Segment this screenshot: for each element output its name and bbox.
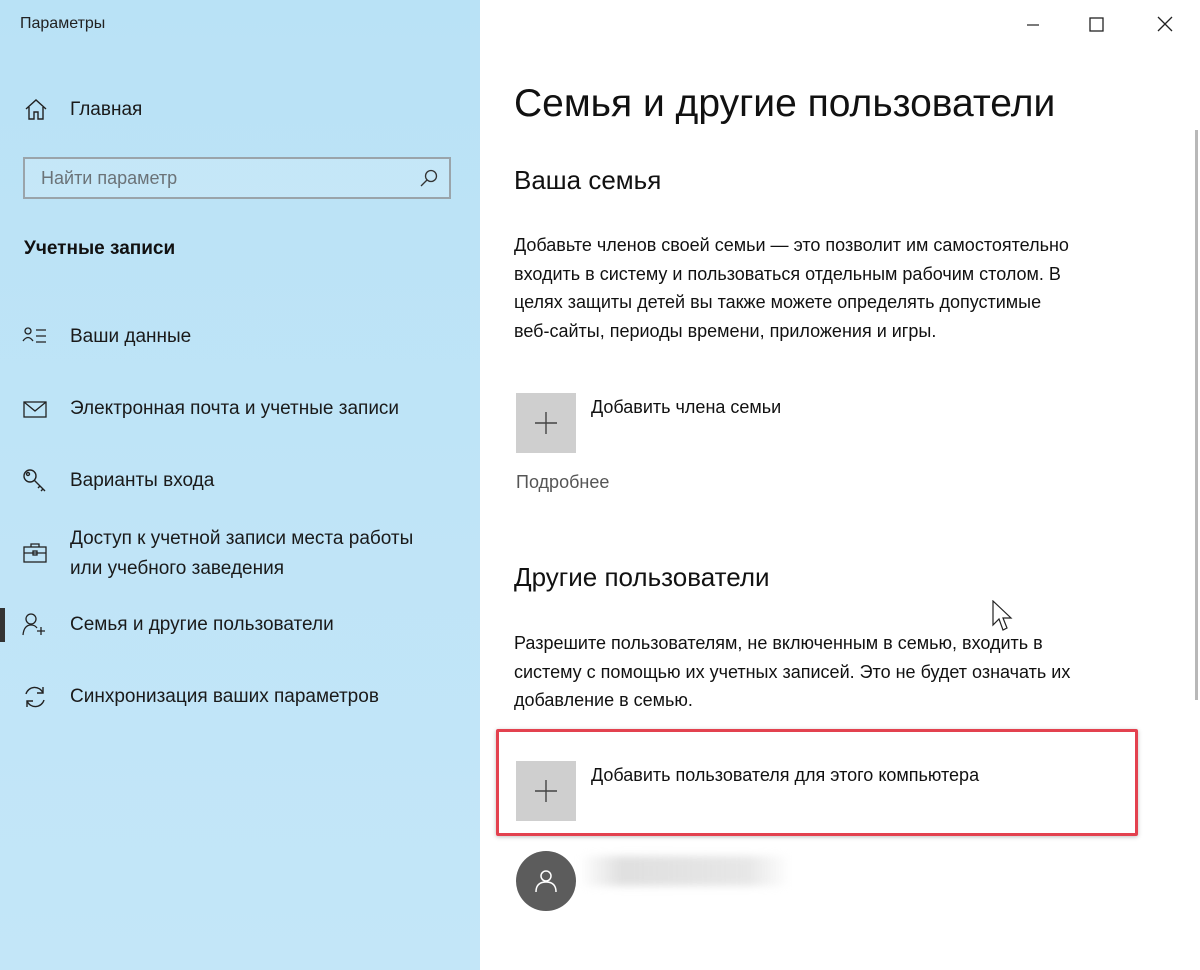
- maximize-button[interactable]: [1083, 12, 1109, 38]
- sidebar-item-label: Электронная почта и учетные записи: [70, 398, 400, 419]
- briefcase-icon: [22, 540, 48, 566]
- plus-icon: [535, 412, 557, 434]
- family-heading: Ваша семья: [514, 165, 662, 195]
- more-info-link[interactable]: Подробнее: [516, 472, 609, 493]
- description-line: веб-сайты, периоды времени, приложения и…: [514, 320, 937, 341]
- search-input[interactable]: [25, 166, 413, 190]
- description-line: целях защиты детей вы также можете опред…: [514, 292, 1042, 312]
- user-card-icon: [22, 324, 48, 350]
- scrollbar[interactable]: [1195, 130, 1198, 700]
- page-title: Семья и другие пользователи: [514, 82, 1056, 125]
- sidebar: Параметры Главная Учетные записи Ваши да…: [0, 0, 480, 970]
- mail-icon: [22, 398, 48, 424]
- sidebar-item-your-info[interactable]: Ваши данные: [0, 322, 480, 354]
- sidebar-item-label: Варианты входа: [70, 470, 215, 491]
- section-title: Учетные записи: [24, 238, 176, 259]
- sidebar-item-label: или учебного заведения: [70, 558, 285, 579]
- sidebar-item-email-accounts[interactable]: Электронная почта и учетные записи: [0, 394, 480, 426]
- search-icon[interactable]: [419, 168, 439, 188]
- sidebar-item-family-others[interactable]: Семья и другие пользователи: [0, 610, 480, 642]
- add-tile[interactable]: [516, 393, 576, 453]
- sidebar-item-sign-in-options[interactable]: Варианты входа: [0, 466, 480, 498]
- close-button[interactable]: [1152, 12, 1178, 38]
- user-avatar[interactable]: [516, 851, 576, 911]
- sidebar-item-home[interactable]: Главная: [24, 96, 142, 124]
- description-line: добавление в семью.: [514, 690, 693, 710]
- other-users-description: Разрешите пользователям, не включенным в…: [514, 629, 1164, 715]
- add-person-icon: [22, 612, 48, 638]
- add-family-member-button[interactable]: Добавить члена семьи: [516, 393, 781, 453]
- description-line: систему с помощью их учетных записей. Эт…: [514, 661, 1071, 682]
- app-title: Параметры: [20, 15, 106, 32]
- sidebar-item-label: Семья и другие пользователи: [70, 614, 334, 635]
- search-box[interactable]: [23, 157, 451, 199]
- sync-icon: [22, 684, 48, 710]
- sidebar-item-sync-settings[interactable]: Синхронизация ваших параметров: [0, 682, 480, 714]
- add-family-member-label: Добавить члена семьи: [591, 397, 782, 417]
- blurred-username: [580, 856, 790, 886]
- description-line: Добавьте членов своей семьи — это позвол…: [514, 235, 1069, 255]
- key-icon: [22, 468, 48, 494]
- other-users-heading: Другие пользователи: [514, 562, 770, 592]
- person-icon: [535, 870, 557, 893]
- description-line: Разрешите пользователям, не включенным в…: [514, 633, 1043, 653]
- sidebar-item-label: Главная: [70, 99, 143, 120]
- mouse-cursor-icon: [992, 600, 1013, 631]
- sidebar-item-label: Ваши данные: [70, 326, 192, 347]
- minimize-button[interactable]: [1020, 12, 1046, 38]
- sidebar-item-work-access[interactable]: Доступ к учетной записи места работы или…: [0, 524, 480, 586]
- description-line: входить в систему и пользоваться отдельн…: [514, 263, 1061, 284]
- home-icon: [24, 98, 48, 122]
- family-description: Добавьте членов своей семьи — это позвол…: [514, 231, 1164, 345]
- sidebar-item-label: Доступ к учетной записи места работы: [70, 528, 414, 549]
- sidebar-item-label: Синхронизация ваших параметров: [70, 686, 379, 707]
- highlight-box: [496, 729, 1138, 836]
